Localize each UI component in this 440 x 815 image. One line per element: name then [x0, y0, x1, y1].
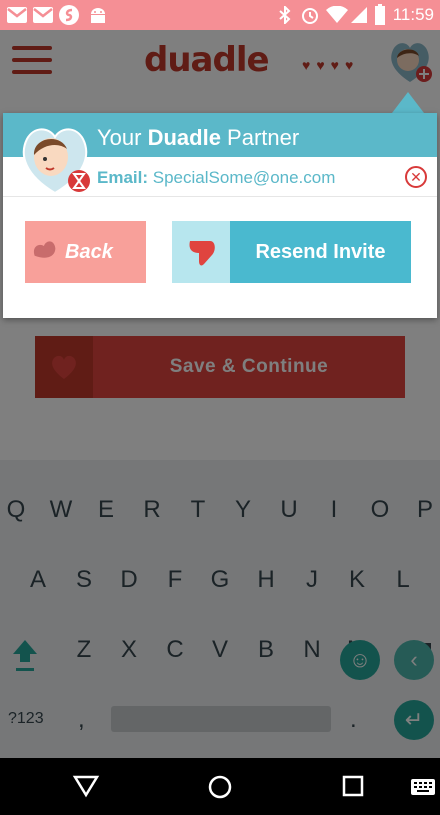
resend-invite-label: Resend Invite: [255, 240, 386, 263]
email-label: Email:: [97, 168, 149, 187]
app-s-icon: [59, 5, 79, 25]
heart-icon: [25, 240, 65, 264]
partner-dialog: Your Duadle Partner Email: SpecialSome@o…: [3, 113, 437, 318]
email-value: SpecialSome@one.com: [152, 168, 336, 187]
back-button[interactable]: Back: [25, 221, 146, 283]
nav-recents-icon[interactable]: [341, 774, 365, 798]
keyboard-switch-icon[interactable]: [410, 778, 436, 796]
resend-invite-button[interactable]: Resend Invite: [172, 221, 411, 283]
signal-icon: [351, 7, 367, 23]
divider: [3, 196, 437, 197]
alarm-icon: [302, 8, 318, 24]
title-brand: Duadle: [147, 125, 221, 150]
dialog-title: Your Duadle Partner: [97, 125, 299, 151]
nav-back-icon[interactable]: [72, 773, 100, 799]
status-time: 11:59: [392, 5, 434, 24]
navigation-bar: [0, 758, 440, 815]
back-label: Back: [65, 240, 113, 263]
gmail-icon-2: [33, 7, 53, 23]
close-icon[interactable]: ✕: [405, 166, 427, 188]
title-prefix: Your: [97, 125, 148, 150]
title-suffix: Partner: [220, 125, 300, 150]
partner-avatar-icon: [22, 128, 90, 195]
bluetooth-icon: [279, 6, 291, 24]
nav-home-icon[interactable]: [206, 773, 234, 801]
gmail-icon: [7, 7, 27, 23]
heart-icon: [172, 221, 230, 283]
battery-icon: [375, 4, 385, 25]
status-bar: 11:59: [0, 0, 440, 30]
wifi-icon: [326, 6, 348, 23]
dialog-pointer: [392, 92, 424, 113]
android-icon: [91, 8, 105, 23]
email-row: Email: SpecialSome@one.com: [97, 168, 335, 188]
